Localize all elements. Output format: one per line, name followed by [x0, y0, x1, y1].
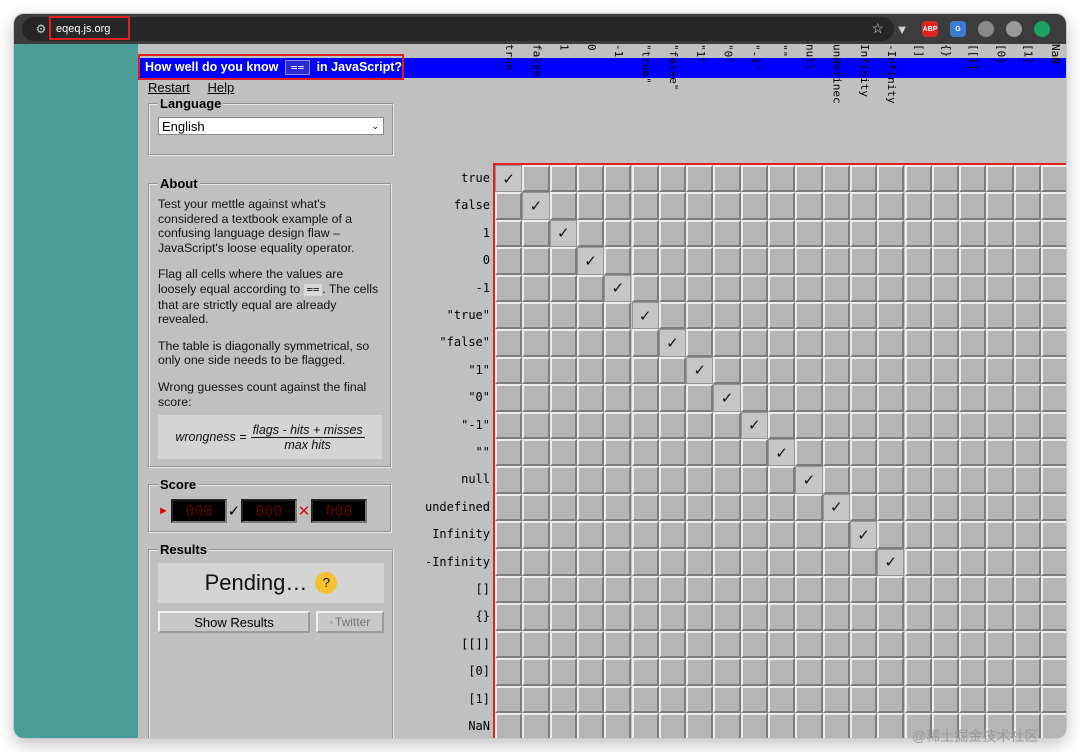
score-row: ► 000 ✓ 000 ✕ 000 — [158, 498, 382, 524]
language-select[interactable]: English ⌄ — [158, 117, 384, 135]
adblock-icon[interactable]: ABP — [922, 21, 938, 37]
row-label: 1 — [482, 225, 490, 240]
cross-icon: ✕ — [297, 503, 311, 520]
row-label: undefined — [424, 499, 490, 514]
formula-denominator: max hits — [284, 437, 331, 452]
row-label: Infinity — [432, 527, 490, 542]
language-selected-value: English — [162, 118, 205, 134]
about-legend: About — [160, 176, 198, 191]
column-label: -1 — [612, 44, 626, 58]
row-label: false — [453, 198, 490, 213]
column-label: "0" — [721, 44, 735, 64]
column-label: true — [503, 44, 516, 71]
column-label: Infinity — [857, 44, 871, 97]
formula-fraction: flags - hits + misses max hits — [250, 422, 365, 452]
restart-link[interactable]: Restart — [148, 80, 190, 95]
results-legend: Results — [160, 542, 207, 557]
row-label: "" — [475, 445, 490, 459]
column-label: 0 — [584, 44, 598, 51]
translate-icon[interactable]: G — [950, 21, 966, 37]
column-label: "false" — [666, 44, 680, 91]
row-label: "false" — [439, 335, 490, 350]
browser-window: ⚙ eqeq.js.org ☆ ▼ ABP G How well do you … — [14, 14, 1066, 738]
row-label: -Infinity — [424, 554, 490, 569]
watermark: @稀土掘金技术社区 — [912, 728, 1039, 744]
row-label: NaN — [468, 719, 490, 733]
column-label: -Infinity — [885, 44, 899, 104]
menu-bar: Restart Help — [148, 80, 248, 95]
row-label: "true" — [446, 308, 490, 322]
column-label: "" — [776, 44, 789, 58]
column-label: null — [803, 44, 817, 71]
check-icon: ✓ — [227, 503, 241, 520]
extension-green-icon[interactable] — [1034, 21, 1050, 37]
score-legend: Score — [160, 477, 197, 492]
formula-lhs: wrongness = — [175, 430, 247, 445]
row-label: [] — [475, 582, 490, 596]
row-label: null — [461, 472, 490, 487]
misses-counter: 000 — [310, 499, 367, 523]
flags-counter: 000 — [170, 499, 227, 523]
results-status-text: Pending… — [204, 570, 308, 595]
column-label: {} — [939, 44, 953, 58]
row-label: {} — [475, 609, 490, 624]
column-label: [] — [912, 44, 926, 58]
wrongness-formula: wrongness = flags - hits + misses max hi… — [158, 415, 382, 460]
language-legend: Language — [160, 96, 222, 111]
about-paragraph-3: The table is diagonally symmetrical, so … — [158, 338, 370, 368]
column-label: [1] — [1021, 44, 1035, 64]
column-label: NaN — [1049, 44, 1062, 64]
twitter-share-button[interactable]: ▫ Twitter — [316, 611, 384, 633]
column-label: 1 — [557, 44, 571, 51]
row-label: [1] — [468, 691, 490, 706]
bookmark-star-icon[interactable]: ☆ — [871, 20, 884, 37]
grid-highlight-box — [493, 163, 1066, 738]
results-status: Pending… ? — [158, 563, 384, 603]
page-content: How well do you know == in JavaScript? R… — [138, 44, 1066, 738]
column-label: "true" — [639, 44, 653, 84]
column-label: [0] — [994, 44, 1008, 64]
help-link[interactable]: Help — [208, 80, 235, 95]
row-label: 0 — [482, 253, 490, 268]
row-label: true — [461, 171, 490, 185]
vue-devtools-icon[interactable]: ▼ — [894, 21, 910, 37]
browser-toolbar: ⚙ eqeq.js.org ☆ ▼ ABP G — [14, 14, 1066, 44]
column-label: [[]] — [967, 44, 981, 71]
score-panel: Score ► 000 ✓ 000 ✕ 000 — [148, 477, 392, 533]
hits-counter: 000 — [240, 499, 297, 523]
row-label: "0" — [468, 390, 490, 405]
thinking-face-icon: ? — [315, 572, 338, 594]
about-paragraph-1: Test your mettle against what's consider… — [158, 197, 355, 255]
column-label: false — [530, 44, 544, 78]
column-label: undefinec — [830, 44, 844, 104]
about-panel: About Test your mettle against what's co… — [148, 176, 392, 468]
extension-badge-icon[interactable] — [1006, 21, 1022, 37]
title-highlight-box — [138, 54, 404, 80]
extension-circle-icon[interactable] — [978, 21, 994, 37]
column-label: "1" — [694, 44, 708, 64]
address-bar[interactable]: ⚙ eqeq.js.org ☆ — [22, 17, 894, 41]
language-panel: Language English ⌄ — [148, 96, 394, 156]
url-highlight-box — [49, 16, 130, 40]
results-panel: Results Pending… ? Show Results ▫ Twitter — [148, 542, 394, 738]
eq-operator-code: == — [303, 283, 323, 296]
about-paragraph-2: Flag all cells where the values are loos… — [158, 267, 379, 327]
site-settings-icon[interactable]: ⚙ — [32, 20, 50, 38]
row-label: [0] — [468, 664, 490, 679]
row-label: [[]] — [461, 636, 490, 651]
arrow-right-icon: ► — [158, 505, 169, 517]
row-label: "-1" — [461, 417, 490, 432]
chevron-down-icon: ⌄ — [371, 120, 379, 131]
column-label: "-1" — [748, 44, 762, 71]
formula-numerator: flags - hits + misses — [250, 422, 365, 438]
broken-image-icon: ▫ — [329, 617, 333, 627]
about-paragraph-4: Wrong guesses count against the final sc… — [158, 379, 367, 409]
row-label: -1 — [475, 280, 490, 295]
show-results-button[interactable]: Show Results — [158, 611, 310, 633]
row-label: "1" — [468, 362, 490, 377]
